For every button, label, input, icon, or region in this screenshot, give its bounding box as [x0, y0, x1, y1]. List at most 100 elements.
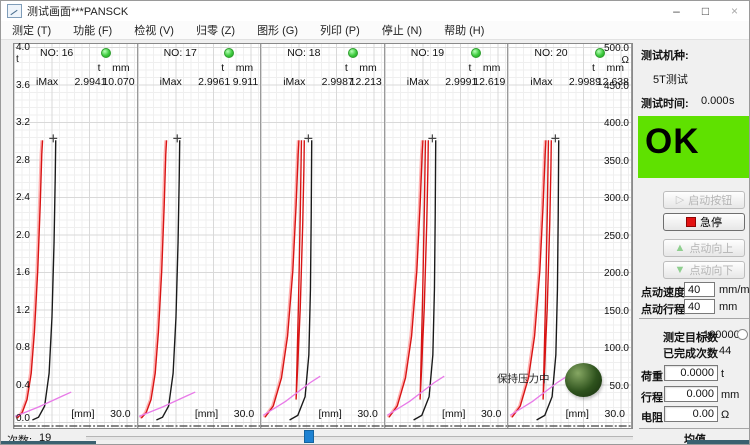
jog-stroke-label: 点动行程 [641, 301, 685, 317]
machine-type-value: 5T测试 [653, 71, 688, 87]
jog-stroke-unit: mm [719, 301, 737, 313]
cycle-slider-track[interactable] [86, 436, 633, 440]
status-dot-icon [101, 48, 111, 58]
jog-down-button[interactable]: ▼ 点动向下 [663, 261, 745, 279]
imax-stroke-value: 9.911 [233, 76, 259, 88]
minimize-button[interactable]: – [662, 1, 691, 21]
panel-number: NO: 18 [287, 47, 320, 59]
menu-zero[interactable]: 归零 (Z) [185, 21, 246, 39]
x-axis-max: 30.0 [357, 408, 377, 420]
menu-function[interactable]: 功能 (F) [62, 21, 123, 39]
holding-pressure-label: 保持压力中 [497, 371, 550, 386]
done-count-label: 已完成次数 [663, 345, 718, 361]
divider [639, 428, 749, 429]
col-header-mm: mm [606, 62, 624, 74]
stroke-label: 行程: [641, 389, 667, 405]
menu-stop[interactable]: 停止 (N) [371, 21, 433, 39]
force-curve-chart [138, 44, 261, 428]
panel-number: NO: 20 [534, 47, 567, 59]
imax-stroke-value: 12.638 [597, 76, 629, 88]
x-axis-unit: [mm] [442, 408, 465, 420]
jog-up-button[interactable]: ▲ 点动向上 [663, 239, 745, 257]
menu-help[interactable]: 帮助 (H) [433, 21, 495, 39]
status-dot-icon [348, 48, 358, 58]
window-title: 测试画面***PANSCK [27, 3, 128, 19]
maximize-button[interactable]: □ [691, 1, 720, 21]
title-bar: 测试画面***PANSCK – □ × [1, 1, 749, 21]
x-axis-max: 30.0 [110, 408, 130, 420]
imax-force-value: 2.9961 [198, 76, 230, 88]
jog-stroke-input[interactable]: 40 [684, 299, 715, 314]
machine-type-label: 测试机种: [641, 47, 689, 63]
test-time-label: 测试时间: [641, 95, 689, 111]
col-header-mm: mm [236, 62, 254, 74]
load-value-field: 0.0000 [664, 365, 718, 381]
x-axis-unit: [mm] [71, 408, 94, 420]
arrow-up-icon: ▲ [675, 243, 686, 254]
col-header-mm: mm [112, 62, 130, 74]
test-panel-19: NO: 19 t mm iMax 2.9991 12.619 [mm] 30.0 [385, 44, 509, 428]
menu-measure[interactable]: 测定 (T) [1, 21, 62, 39]
force-curve-chart [261, 44, 384, 428]
test-panel-18: NO: 18 t mm iMax 2.9987 12.213 [mm] 30.0 [261, 44, 385, 428]
col-header-t: t [221, 62, 224, 74]
x-axis-max: 30.0 [234, 408, 254, 420]
resistance-label: 电阻: [641, 409, 667, 425]
emergency-stop-button[interactable]: 急停 [663, 213, 745, 231]
bottom-bar: 次数: 19 [1, 429, 637, 445]
panel-number: NO: 17 [164, 47, 197, 59]
x-axis-max: 30.0 [481, 408, 501, 420]
resistance-value-field: 0.00 [664, 406, 718, 422]
close-button[interactable]: × [720, 1, 749, 21]
stop-square-icon [686, 217, 696, 227]
chart-area: NO: 16 t mm iMax 2.9941 10.070 [mm] 30.0… [13, 43, 633, 429]
imax-stroke-value: 12.619 [473, 76, 505, 88]
menu-print[interactable]: 列印 (P) [309, 21, 371, 39]
jog-speed-input[interactable]: 40 [684, 282, 715, 297]
result-status-text: OK [645, 122, 700, 162]
result-status-badge: OK [638, 116, 750, 178]
menu-view[interactable]: 检视 (V) [123, 21, 185, 39]
arrow-down-icon: ▼ [675, 265, 686, 276]
imax-stroke-value: 12.213 [350, 76, 382, 88]
imax-stroke-value: 10.070 [102, 76, 134, 88]
imax-label: iMax [530, 76, 552, 88]
menu-bar: 测定 (T) 功能 (F) 检视 (V) 归零 (Z) 图形 (G) 列印 (P… [1, 21, 749, 40]
target-count-value: 100000 [703, 329, 740, 341]
col-header-t: t [98, 62, 101, 74]
load-unit: t [721, 368, 724, 380]
bottom-edge-strip [687, 440, 750, 445]
test-panel-16: NO: 16 t mm iMax 2.9941 10.070 [mm] 30.0 [14, 44, 138, 428]
load-label: 荷重: [641, 368, 667, 384]
x-axis-unit: [mm] [566, 408, 589, 420]
jog-speed-label: 点动速度 [641, 284, 685, 300]
force-curve-chart [385, 44, 508, 428]
panel-number: NO: 16 [40, 47, 73, 59]
stroke-unit: mm [721, 389, 739, 401]
imax-label: iMax [160, 76, 182, 88]
target-radio[interactable] [737, 329, 748, 340]
divider [639, 318, 749, 319]
col-header-mm: mm [359, 62, 377, 74]
col-header-t: t [592, 62, 595, 74]
force-curve-chart [14, 44, 137, 428]
done-count-value: 44 [719, 345, 731, 357]
col-header-mm: mm [483, 62, 501, 74]
jog-speed-unit: mm/min [719, 284, 750, 296]
imax-label: iMax [283, 76, 305, 88]
control-sidebar: 测试机种: 5T测试 测试时间: 0.000 s OK ▷ 启动按钮 急停 ▲ … [637, 43, 750, 445]
menu-graph[interactable]: 图形 (G) [246, 21, 309, 39]
resistance-unit: Ω [721, 409, 729, 421]
x-axis-max: 30.0 [605, 408, 625, 420]
test-panel-17: NO: 17 t mm iMax 2.9961 9.911 [mm] 30.0 [138, 44, 262, 428]
panel-number: NO: 19 [411, 47, 444, 59]
x-axis-unit: [mm] [195, 408, 218, 420]
bottom-edge-strip [1, 441, 96, 445]
imax-label: iMax [36, 76, 58, 88]
test-time-unit: s [729, 95, 735, 107]
col-header-t: t [345, 62, 348, 74]
cycle-slider-thumb[interactable] [304, 430, 314, 443]
start-button[interactable]: ▷ 启动按钮 [663, 191, 745, 209]
holding-pressure-indicator-icon [565, 363, 602, 397]
status-dot-icon [595, 48, 605, 58]
